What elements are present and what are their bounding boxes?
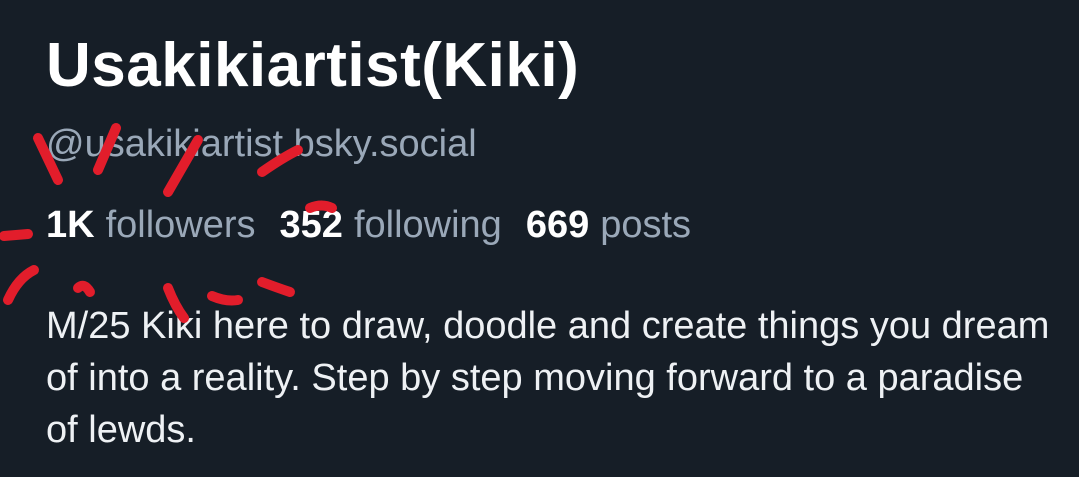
followers-count: 1K xyxy=(46,204,95,246)
annotation-stroke xyxy=(3,265,39,305)
profile-stats: 1K followers 352 following 669 posts xyxy=(46,204,715,247)
posts-stat: 669 posts xyxy=(526,204,691,247)
profile-bio: M/25 Kiki here to draw, doodle and creat… xyxy=(46,305,1050,451)
annotation-stroke xyxy=(257,277,295,297)
following-link[interactable]: 352 following xyxy=(280,204,502,247)
display-name: Usakikiartist(Kiki) xyxy=(46,31,580,100)
profile-handle: @usakikiartist.bsky.social xyxy=(46,123,477,165)
posts-label: posts xyxy=(600,204,692,246)
followers-link[interactable]: 1K followers xyxy=(46,204,256,247)
annotation-stroke xyxy=(73,280,95,297)
following-label: following xyxy=(353,204,502,246)
following-count: 352 xyxy=(279,204,343,246)
followers-label: followers xyxy=(105,204,256,246)
annotation-stroke xyxy=(0,229,33,241)
posts-count: 669 xyxy=(525,204,590,246)
